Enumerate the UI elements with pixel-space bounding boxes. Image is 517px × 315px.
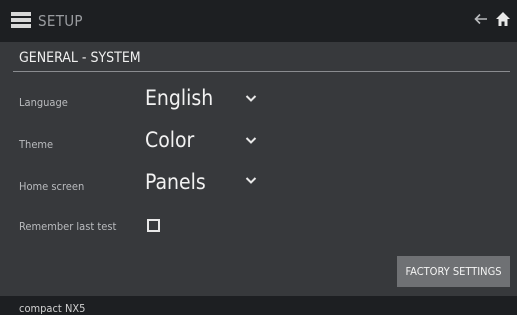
theme-label: Theme <box>19 138 54 151</box>
hamburger-menu-icon[interactable] <box>11 12 31 28</box>
back-arrow-icon[interactable] <box>474 12 488 26</box>
home-screen-select[interactable]: Panels <box>145 170 206 194</box>
chevron-down-icon[interactable] <box>245 94 257 103</box>
remember-last-test-label: Remember last test <box>19 220 117 233</box>
factory-settings-button[interactable]: FACTORY SETTINGS <box>397 256 510 287</box>
home-screen-label: Home screen <box>19 180 85 193</box>
page-title: SETUP <box>38 12 83 30</box>
section-title: GENERAL - SYSTEM <box>19 50 141 66</box>
language-label: Language <box>19 96 68 109</box>
chevron-down-icon[interactable] <box>245 136 257 145</box>
language-select[interactable]: English <box>145 86 213 110</box>
remember-last-test-checkbox[interactable] <box>147 219 160 232</box>
device-name: compact NX5 <box>19 302 86 315</box>
home-icon[interactable] <box>495 11 511 27</box>
theme-select[interactable]: Color <box>145 128 194 152</box>
footer-bar: compact NX5 <box>0 296 517 315</box>
section-divider <box>13 71 510 72</box>
top-bar: SETUP <box>0 0 517 42</box>
chevron-down-icon[interactable] <box>245 176 257 185</box>
